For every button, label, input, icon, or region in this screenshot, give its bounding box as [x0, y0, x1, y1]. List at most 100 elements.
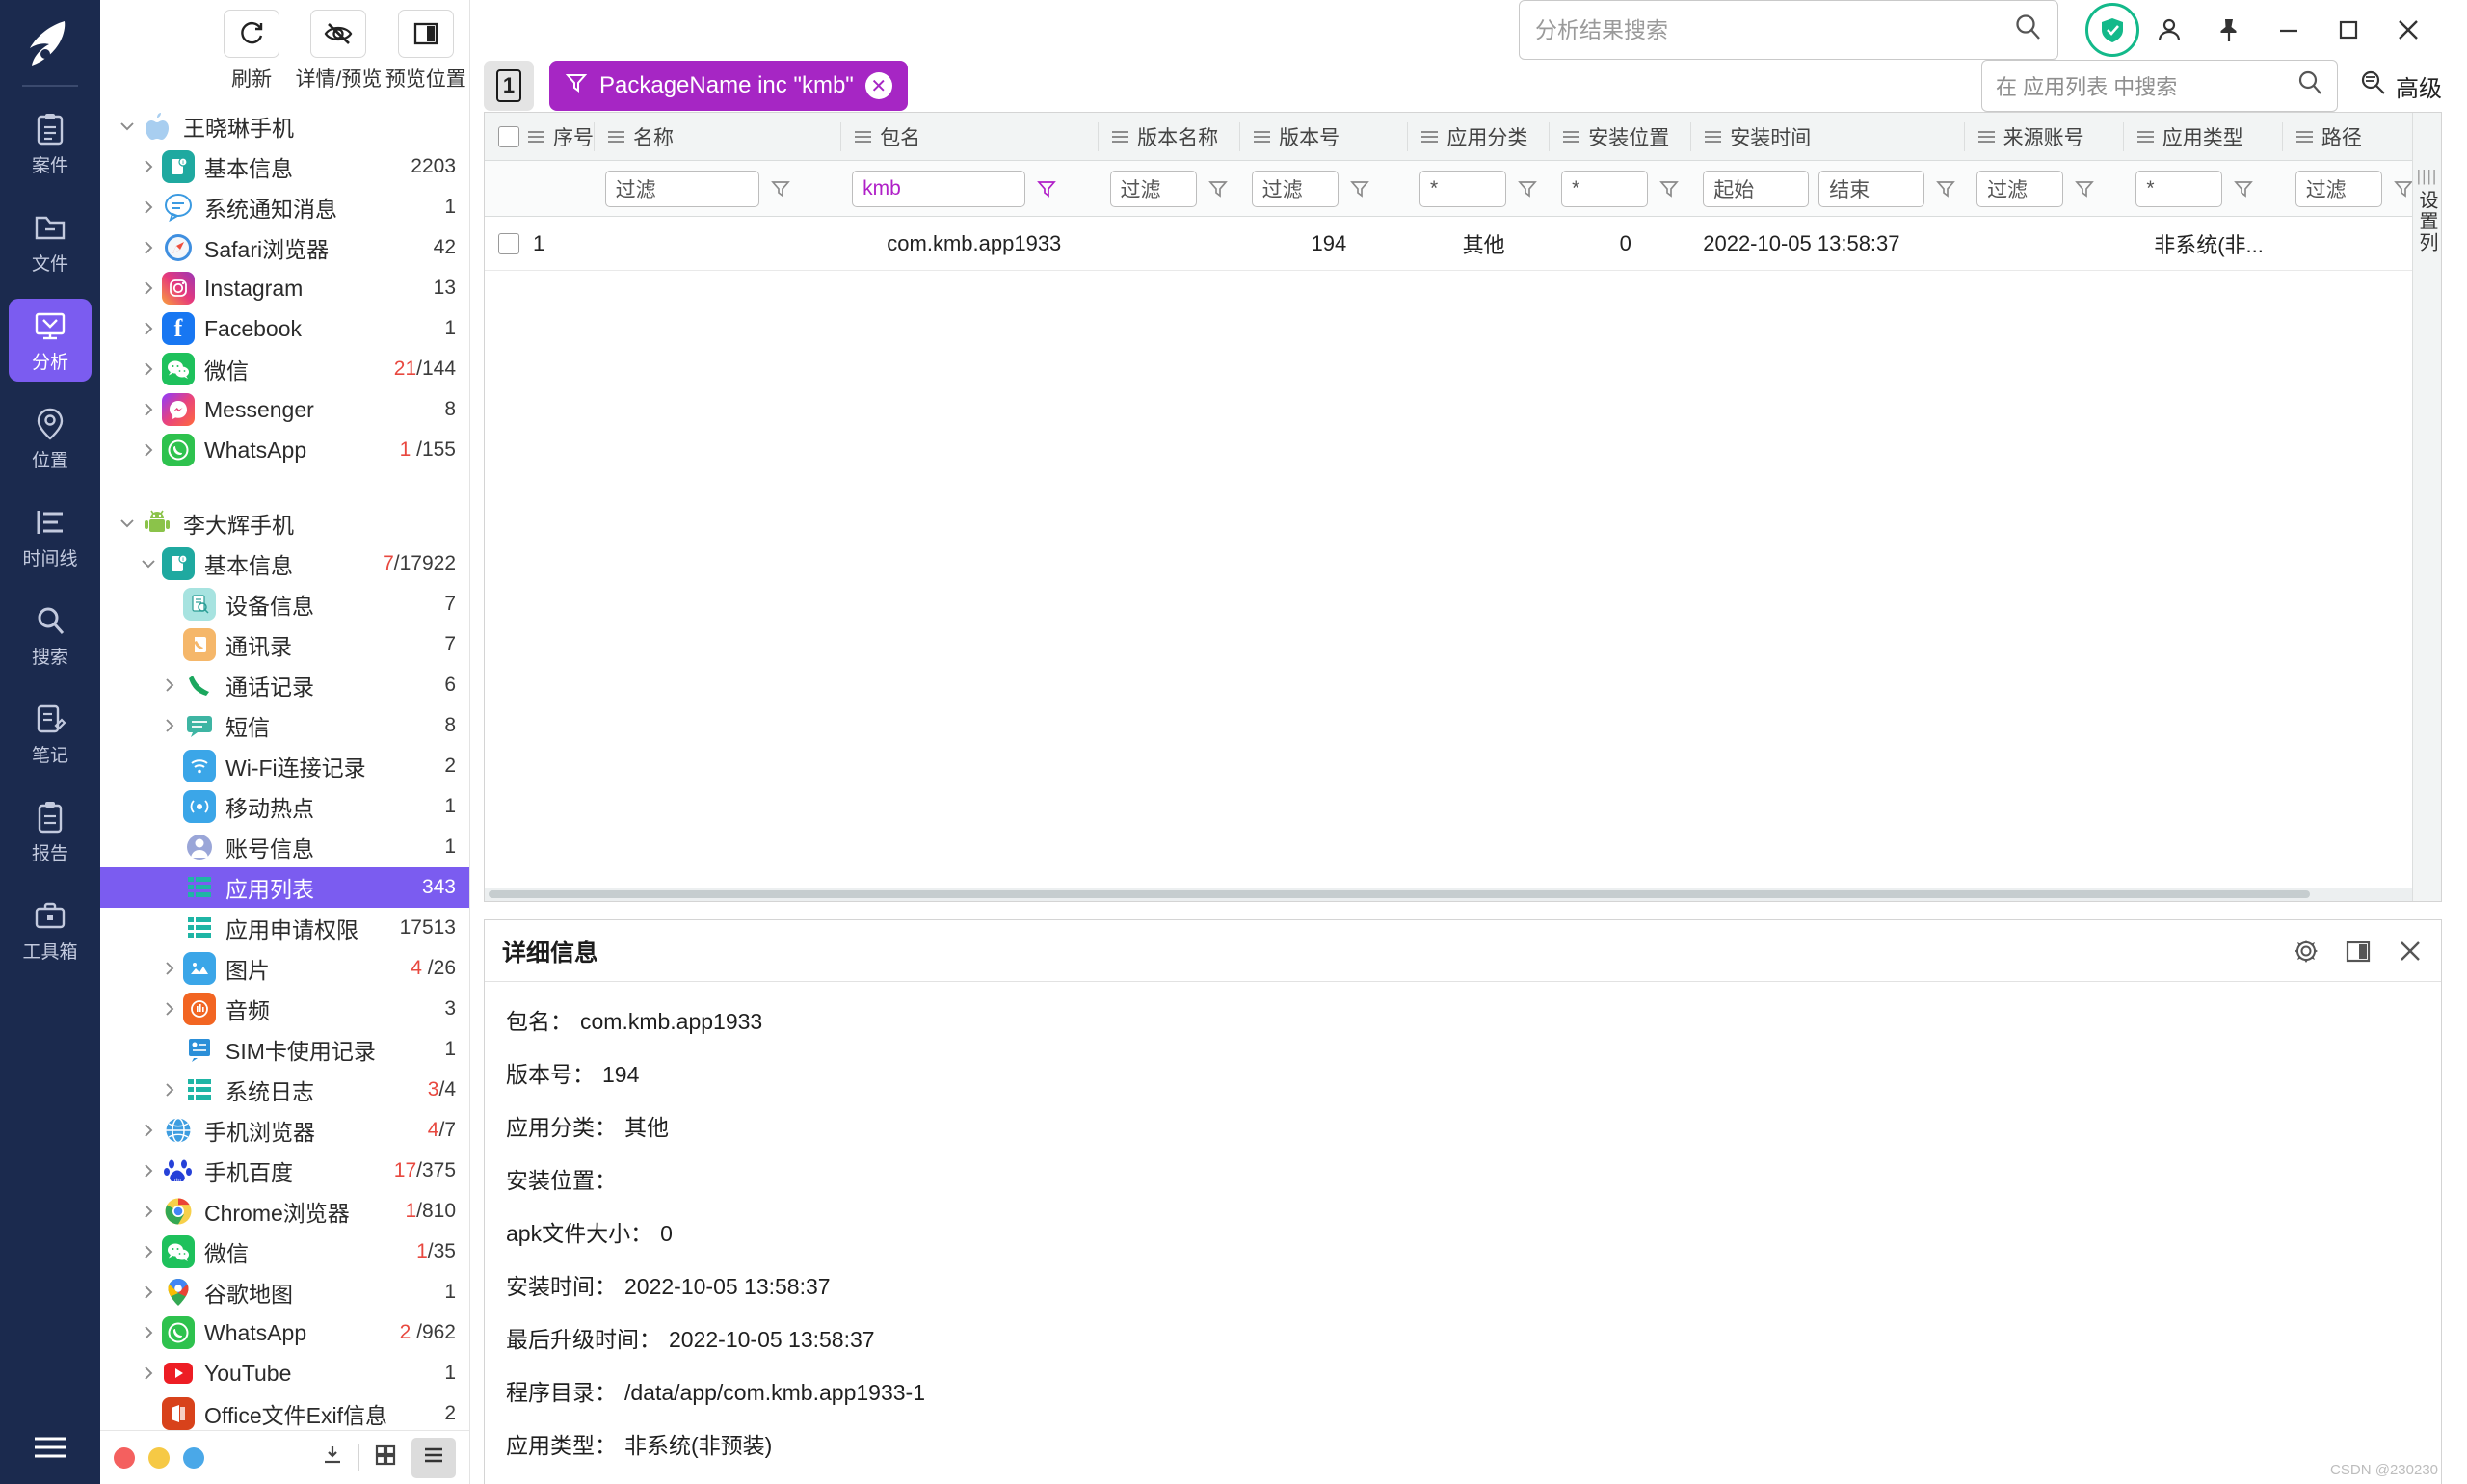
chevron-right-icon[interactable] — [156, 959, 183, 978]
column-filter-cell[interactable]: 过滤 — [1097, 170, 1238, 207]
chevron-right-icon[interactable] — [135, 1283, 162, 1302]
column-menu-icon[interactable] — [1705, 130, 1722, 143]
search-icon[interactable] — [2296, 69, 2323, 102]
column-menu-icon[interactable] — [1112, 130, 1129, 143]
filter-date-to[interactable]: 结束 — [1818, 170, 1925, 207]
chevron-right-icon[interactable] — [135, 319, 162, 338]
list-view-button[interactable] — [411, 1437, 456, 1478]
tree-node[interactable]: 系统通知消息 1 — [100, 187, 469, 227]
column-header[interactable]: 应用类型 — [2122, 121, 2282, 151]
column-filter-cell[interactable]: * — [2122, 170, 2281, 207]
filter-date-from[interactable]: 起始 — [1703, 170, 1810, 207]
tree-node[interactable]: 移动热点 1 — [100, 786, 469, 827]
filter-input[interactable]: 过滤 — [2295, 170, 2382, 207]
column-filter-icon[interactable] — [1348, 179, 1371, 199]
chevron-right-icon[interactable] — [156, 676, 183, 695]
rail-menu-button[interactable] — [0, 1434, 100, 1467]
tree-node[interactable]: 谷歌地图 1 — [100, 1272, 469, 1312]
column-filter-cell[interactable]: * — [1548, 170, 1689, 207]
tree-node[interactable]: f Facebook 1 — [100, 308, 469, 349]
column-filter-icon[interactable] — [1207, 179, 1230, 199]
column-header[interactable]: 应用分类 — [1407, 121, 1549, 151]
search-input[interactable] — [1535, 16, 2013, 43]
chevron-right-icon[interactable] — [156, 716, 183, 735]
preview-position-button[interactable]: 预览位置 — [383, 10, 469, 93]
tree-node[interactable]: 系统日志 3/4 — [100, 1070, 469, 1110]
tree-node[interactable]: WhatsApp 2 /962 — [100, 1312, 469, 1353]
filter-input[interactable]: 过滤 — [1109, 170, 1197, 207]
column-filter-cell[interactable]: * — [1406, 170, 1548, 207]
close-circle-icon[interactable]: ✕ — [864, 72, 892, 99]
column-filter-icon[interactable] — [1934, 179, 1957, 199]
status-dot-red[interactable] — [114, 1446, 135, 1469]
sidebar-item-report[interactable]: 报告 — [9, 790, 92, 873]
filter-input[interactable]: 过滤 — [1976, 170, 2064, 207]
column-filter-icon[interactable] — [1658, 179, 1681, 199]
column-menu-icon[interactable] — [855, 130, 872, 143]
chevron-right-icon[interactable] — [135, 1323, 162, 1342]
chevron-right-icon[interactable] — [135, 400, 162, 419]
gear-icon[interactable] — [2293, 938, 2320, 965]
column-menu-icon[interactable] — [2295, 130, 2313, 143]
active-filter-chip[interactable]: PackageName inc "kmb" ✕ — [549, 61, 908, 111]
chevron-right-icon[interactable] — [135, 359, 162, 379]
select-all-checkbox[interactable] — [498, 125, 519, 147]
tree-node[interactable]: 应用列表 343 — [100, 867, 469, 908]
tree-node[interactable]: i 基本信息 7/17922 — [100, 543, 469, 584]
search-icon[interactable] — [2013, 13, 2042, 47]
column-header[interactable]: 安装时间 — [1690, 121, 1963, 151]
column-filter-icon[interactable] — [2232, 179, 2255, 199]
sidebar-item-note[interactable]: 笔记 — [9, 692, 92, 775]
tree-node[interactable]: 通讯录 7 — [100, 624, 469, 665]
tree-node[interactable]: 短信 8 — [100, 705, 469, 746]
close-icon[interactable] — [2378, 0, 2438, 60]
column-menu-icon[interactable] — [1254, 130, 1271, 143]
sidebar-item-search[interactable]: 搜索 — [9, 594, 92, 676]
status-dot-blue[interactable] — [183, 1446, 204, 1469]
chevron-right-icon[interactable] — [135, 157, 162, 176]
column-filter-cell[interactable]: 过滤 — [592, 170, 838, 207]
collapse-button[interactable] — [310, 1438, 355, 1478]
chevron-right-icon[interactable] — [135, 1161, 162, 1180]
tree-node[interactable]: Safari浏览器 42 — [100, 227, 469, 268]
column-menu-icon[interactable] — [528, 130, 544, 143]
sidebar-item-analysis[interactable]: 分析 — [9, 299, 92, 382]
tree-node[interactable]: Chrome浏览器 1/810 — [100, 1191, 469, 1232]
row-checkbox[interactable] — [498, 232, 519, 254]
status-dot-yellow[interactable] — [148, 1446, 170, 1469]
sidebar-item-file[interactable]: 文件 — [9, 200, 92, 283]
tree-node[interactable]: YouTube 1 — [100, 1353, 469, 1393]
detail-preview-button[interactable]: 详情/预览 — [295, 10, 382, 93]
chevron-right-icon[interactable] — [156, 1080, 183, 1100]
tree-node[interactable]: du 手机百度 17/375 — [100, 1151, 469, 1191]
column-header[interactable]: 序号 — [485, 122, 594, 151]
grid-view-button[interactable] — [363, 1438, 408, 1478]
shield-check-icon[interactable] — [2085, 3, 2139, 57]
chevron-down-icon[interactable] — [114, 117, 141, 136]
chevron-right-icon[interactable] — [135, 198, 162, 217]
chevron-down-icon[interactable] — [114, 514, 141, 533]
tree-node[interactable]: 李大辉手机 — [100, 503, 469, 543]
tree-node[interactable]: 设备信息 7 — [100, 584, 469, 624]
column-header[interactable]: 名称 — [594, 121, 840, 151]
advanced-search-button[interactable]: 高级 — [2359, 69, 2442, 103]
chevron-right-icon[interactable] — [135, 1202, 162, 1221]
tree-node[interactable]: Messenger 8 — [100, 389, 469, 430]
filter-input[interactable]: kmb — [852, 170, 1026, 207]
tree-node[interactable]: 应用申请权限 17513 — [100, 908, 469, 948]
tree-node[interactable]: 图片 4 /26 — [100, 948, 469, 989]
panel-layout-icon[interactable] — [2345, 938, 2372, 965]
column-filter-cell[interactable]: kmb — [838, 170, 1096, 207]
user-icon[interactable] — [2139, 0, 2199, 60]
column-filter-cell[interactable]: 起始 结束 — [1689, 170, 1963, 207]
filter-input[interactable]: * — [2135, 170, 2223, 207]
tree-node[interactable]: 微信 1/35 — [100, 1232, 469, 1272]
column-menu-icon[interactable] — [1977, 130, 1995, 143]
grid-filter-row[interactable]: 过滤 kmb 过滤 过滤 * * 起始 结束 过滤 * 过滤 — [485, 161, 2441, 217]
horizontal-scrollbar[interactable] — [485, 888, 2441, 901]
column-header[interactable]: 来源账号 — [1963, 121, 2123, 151]
filter-input[interactable]: * — [1561, 170, 1649, 207]
chevron-right-icon[interactable] — [135, 1242, 162, 1261]
column-menu-icon[interactable] — [608, 130, 624, 143]
tree-node[interactable]: Office文件Exif信息 2 — [100, 1393, 469, 1430]
